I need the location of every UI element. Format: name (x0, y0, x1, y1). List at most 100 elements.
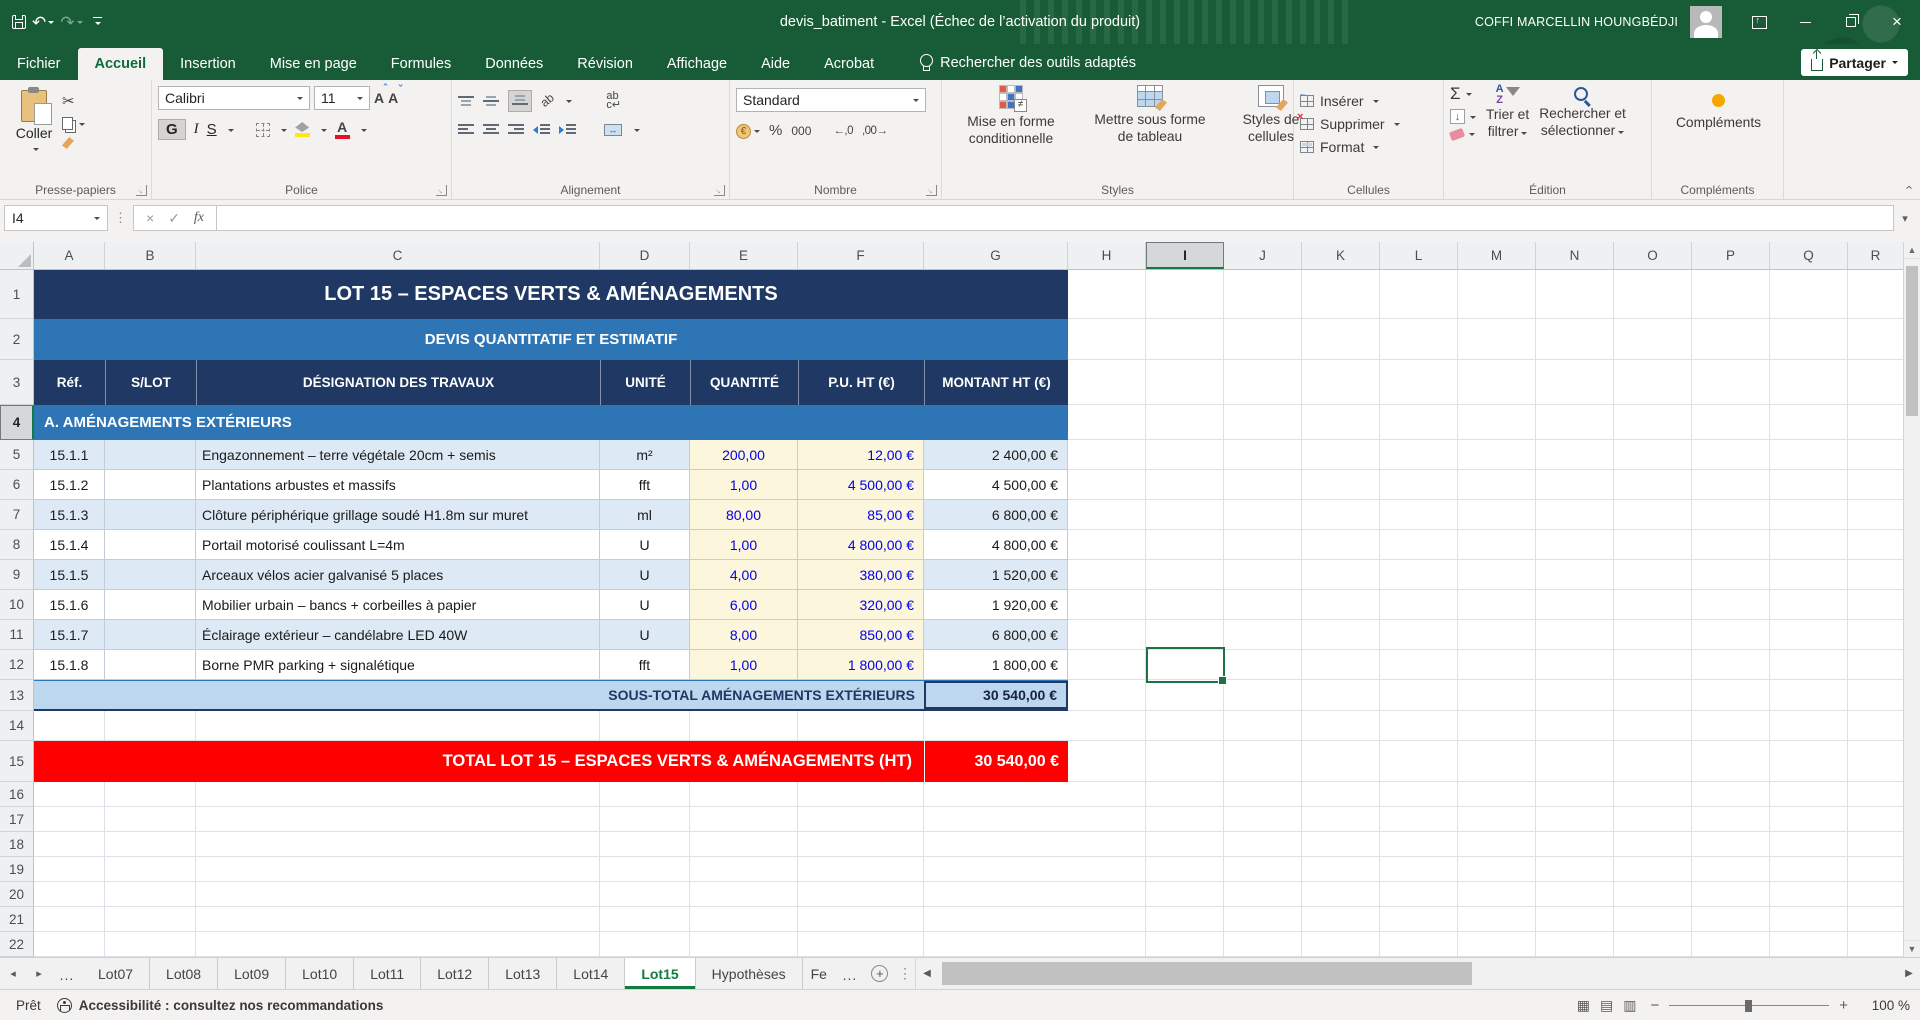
row-header-9[interactable]: 9 (0, 560, 34, 590)
zoom-in-icon[interactable]: + (1839, 997, 1848, 1014)
row-header-16[interactable]: 16 (0, 782, 34, 807)
row-header-10[interactable]: 10 (0, 590, 34, 620)
row-header-2[interactable]: 2 (0, 319, 34, 360)
row-header-13[interactable]: 13 (0, 680, 34, 711)
sheet-tab-partial[interactable]: Fe (802, 958, 835, 989)
col-header-C[interactable]: C (196, 242, 600, 269)
wrap-text-icon[interactable]: ab c↵ (606, 91, 621, 111)
merge-center-icon[interactable]: ↔ (604, 124, 622, 136)
header-unite[interactable]: UNITÉ (600, 360, 690, 405)
row-header-3[interactable]: 3 (0, 360, 34, 405)
tab-donnees[interactable]: Données (468, 48, 560, 80)
tab-fichier[interactable]: Fichier (0, 48, 78, 80)
formula-bar-splitter[interactable]: ⋮ (114, 210, 127, 226)
row-header-22[interactable]: 22 (0, 932, 34, 957)
font-name-select[interactable]: Calibri (158, 86, 310, 110)
cell-slot[interactable] (105, 590, 196, 620)
row-header-19[interactable]: 19 (0, 857, 34, 882)
collapse-ribbon-icon[interactable]: › (1900, 185, 1915, 189)
cell-montant[interactable]: 1 800,00 € (924, 650, 1068, 680)
cell-designation[interactable]: Arceaux vélos acier galvanisé 5 places (196, 560, 600, 590)
decrease-decimal-button[interactable]: ,00→ (862, 125, 888, 137)
row-header-17[interactable]: 17 (0, 807, 34, 832)
cancel-icon[interactable]: × (146, 210, 154, 226)
cell-slot[interactable] (105, 530, 196, 560)
cell-unite[interactable]: U (600, 530, 690, 560)
header-quantite[interactable]: QUANTITÉ (690, 360, 798, 405)
fill-color-button[interactable] (294, 122, 310, 137)
row-header-20[interactable]: 20 (0, 882, 34, 907)
zoom-slider[interactable] (1669, 999, 1830, 1012)
restore-button[interactable] (1828, 0, 1874, 44)
cell-montant[interactable]: 6 800,00 € (924, 620, 1068, 650)
dialog-launcher-icon[interactable] (436, 185, 447, 196)
sheet-tab-lot13[interactable]: Lot13 (489, 958, 558, 989)
row-header-21[interactable]: 21 (0, 907, 34, 932)
cell-ref[interactable]: 15.1.5 (34, 560, 105, 590)
conditional-formatting-button[interactable]: ≠ Mise en forme conditionnelle (948, 82, 1074, 181)
page-layout-view-icon[interactable]: ▤ (1600, 997, 1613, 1014)
cell-unite[interactable]: ml (600, 500, 690, 530)
sheet-tab-lot10[interactable]: Lot10 (286, 958, 355, 989)
cell-designation[interactable]: Plantations arbustes et massifs (196, 470, 600, 500)
enter-icon[interactable]: ✓ (168, 210, 180, 227)
cell-quantite[interactable]: 4,00 (690, 560, 798, 590)
tab-formules[interactable]: Formules (374, 48, 468, 80)
tab-accueil[interactable]: Accueil (77, 48, 164, 80)
fill-button[interactable]: ↓ (1450, 109, 1476, 124)
cell-montant[interactable]: 4 800,00 € (924, 530, 1068, 560)
header-ref[interactable]: Réf. (34, 360, 105, 405)
col-header-O[interactable]: O (1614, 242, 1692, 269)
horizontal-scrollbar-thumb[interactable] (941, 962, 1472, 985)
col-header-H[interactable]: H (1068, 242, 1146, 269)
borders-icon[interactable] (255, 122, 270, 137)
orientation-icon[interactable]: ab (538, 91, 557, 110)
sheet-tab-lot07[interactable]: Lot07 (82, 958, 151, 989)
tell-me-search[interactable]: Rechercher des outils adaptés (919, 54, 1136, 80)
col-header-N[interactable]: N (1536, 242, 1614, 269)
horizontal-scrollbar[interactable]: ◀ ▶ (914, 958, 1920, 989)
cell-quantite[interactable]: 8,00 (690, 620, 798, 650)
cell-montant[interactable]: 1 520,00 € (924, 560, 1068, 590)
cell-montant[interactable]: 4 500,00 € (924, 470, 1068, 500)
vertical-scrollbar-thumb[interactable] (1906, 266, 1918, 416)
row-header-7[interactable]: 7 (0, 500, 34, 530)
format-cells-button[interactable]: Format (1300, 139, 1439, 155)
cell-quantite[interactable]: 1,00 (690, 650, 798, 680)
autosum-button[interactable]: Σ (1450, 84, 1476, 104)
cell-quantite[interactable]: 6,00 (690, 590, 798, 620)
zoom-slider-thumb[interactable] (1745, 999, 1753, 1012)
selected-cell-I4[interactable] (1146, 647, 1227, 685)
name-box[interactable]: I4 (4, 205, 108, 231)
tab-acrobat[interactable]: Acrobat (807, 48, 891, 80)
font-size-select[interactable]: 11 (314, 86, 370, 110)
cell-unite[interactable]: U (600, 590, 690, 620)
cell-quantite[interactable]: 1,00 (690, 470, 798, 500)
scroll-right-icon[interactable]: ▶ (1898, 968, 1920, 979)
tab-revision[interactable]: Révision (560, 48, 650, 80)
cell-slot[interactable] (105, 440, 196, 470)
col-header-F[interactable]: F (798, 242, 924, 269)
col-header-J[interactable]: J (1224, 242, 1302, 269)
delete-cells-button[interactable]: Supprimer (1297, 111, 1439, 132)
tabbar-splitter[interactable]: ⋮ (895, 958, 915, 989)
header-pu[interactable]: P.U. HT (€) (798, 360, 924, 405)
number-format-select[interactable]: Standard (736, 88, 926, 112)
cell-slot[interactable] (105, 470, 196, 500)
addins-button[interactable]: Compléments (1658, 86, 1779, 130)
thousands-separator-button[interactable]: 000 (791, 124, 811, 138)
col-header-Q[interactable]: Q (1770, 242, 1848, 269)
cell-slot[interactable] (105, 650, 196, 680)
ribbon-display-options-icon[interactable] (1736, 0, 1782, 44)
close-button[interactable]: × (1874, 0, 1920, 44)
row-header-6[interactable]: 6 (0, 470, 34, 500)
row-header-4-selected[interactable]: 4 (0, 405, 34, 440)
header-designation[interactable]: DÉSIGNATION DES TRAVAUX (196, 360, 600, 405)
minimize-button[interactable] (1782, 0, 1828, 44)
cell-designation[interactable]: Mobilier urbain – bancs + corbeilles à p… (196, 590, 600, 620)
cell-ref[interactable]: 15.1.8 (34, 650, 105, 680)
sheet-nav-left-icon[interactable]: ◂ (0, 958, 26, 989)
sheet-tab-lot12[interactable]: Lot12 (421, 958, 490, 989)
underline-button[interactable]: S (207, 121, 217, 138)
cell-ref[interactable]: 15.1.3 (34, 500, 105, 530)
